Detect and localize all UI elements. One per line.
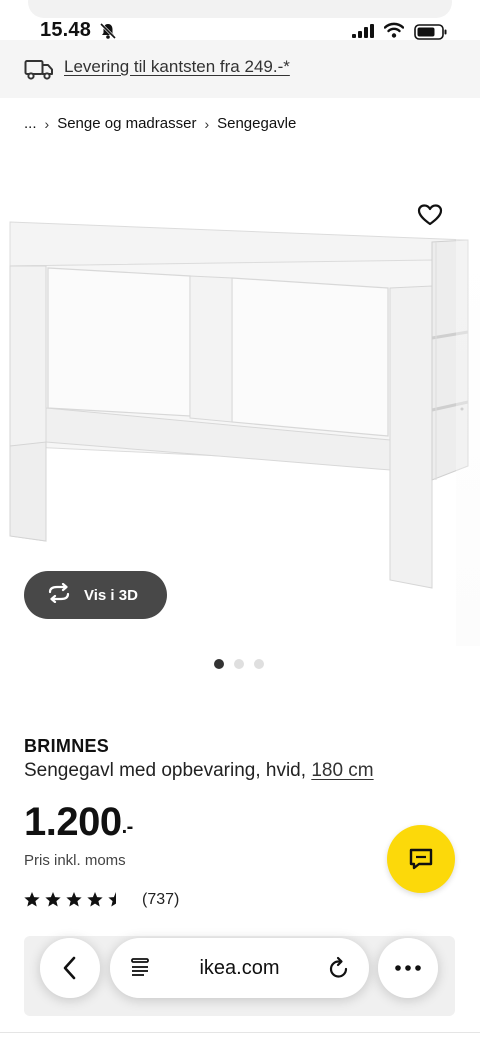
- browser-top-pill: [28, 0, 452, 18]
- size-link[interactable]: 180 cm: [311, 760, 373, 781]
- rating-stars-icon: [24, 892, 116, 907]
- carousel-dot[interactable]: [234, 659, 244, 669]
- delivery-banner[interactable]: Levering til kantsten fra 249.-*: [0, 40, 480, 98]
- carousel-dot[interactable]: [254, 659, 264, 669]
- rating-star: [24, 892, 40, 907]
- heart-icon: [417, 204, 443, 226]
- product-name: BRIMNES: [24, 736, 110, 756]
- breadcrumb-item-sengegavle[interactable]: Sengegavle: [217, 115, 296, 132]
- product-description-text: Sengegavl med opbevaring, hvid,: [24, 760, 307, 781]
- truck-icon: [24, 57, 54, 86]
- breadcrumb-item-senge[interactable]: Senge og madrasser: [57, 115, 196, 132]
- chat-bubble-icon: [409, 848, 433, 870]
- address-bar[interactable]: ikea.com: [110, 938, 369, 998]
- price-suffix: .-: [121, 816, 134, 838]
- product-price: 1.200 .-: [24, 800, 133, 845]
- divider: [0, 1032, 480, 1033]
- view-3d-button[interactable]: Vis i 3D: [24, 571, 167, 619]
- reload-icon[interactable]: [328, 956, 350, 985]
- rating-star: [45, 892, 61, 907]
- rating-star: [108, 892, 116, 907]
- image-carousel-dots: [214, 659, 264, 669]
- chat-button[interactable]: [387, 825, 455, 893]
- status-bar: 15.48: [0, 0, 480, 41]
- view-3d-label: Vis i 3D: [84, 586, 138, 604]
- browser-more-button[interactable]: [378, 938, 438, 998]
- price-value: 1.200: [24, 800, 122, 844]
- breadcrumb-ellipsis[interactable]: ...: [24, 115, 37, 132]
- rotate-3d-icon: [46, 582, 72, 607]
- price-note: Pris inkl. moms: [24, 852, 126, 869]
- browser-back-button[interactable]: [40, 938, 100, 998]
- breadcrumb: ... › Senge og madrasser › Sengegavle: [24, 115, 296, 132]
- delivery-link[interactable]: Levering til kantsten fra 249.-*: [64, 57, 290, 77]
- chevron-right-icon: ›: [44, 115, 50, 132]
- rating[interactable]: (737): [24, 891, 179, 909]
- review-count[interactable]: (737): [142, 891, 179, 909]
- rating-star: [87, 892, 103, 907]
- status-time: 15.48: [40, 19, 92, 41]
- chevron-right-icon: ›: [204, 115, 210, 132]
- chevron-left-icon: [63, 956, 76, 980]
- rating-star: [66, 892, 82, 907]
- carousel-dot[interactable]: [214, 659, 224, 669]
- more-dots-icon: [395, 965, 421, 971]
- product-description: Sengegavl med opbevaring, hvid, 180 cm: [24, 760, 374, 782]
- favorite-heart-button[interactable]: [414, 199, 446, 231]
